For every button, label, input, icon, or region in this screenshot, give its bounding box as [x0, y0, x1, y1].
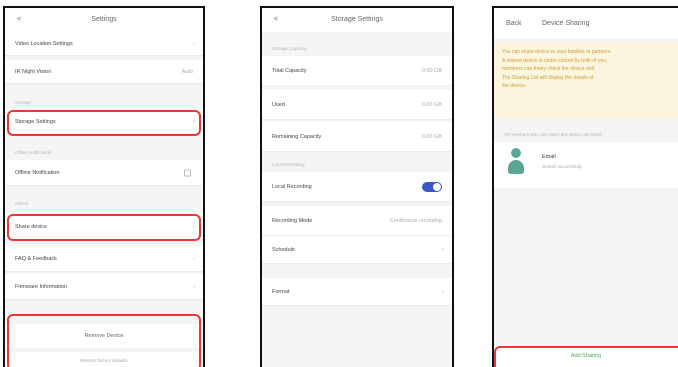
row-label: Remaining Capacity	[272, 133, 322, 140]
remove-device-button[interactable]: Remove Device	[5, 324, 203, 348]
row-value: Continuous recording	[389, 217, 442, 224]
section-storage: Storage	[15, 100, 31, 105]
row-label: Firmware Information	[15, 283, 67, 290]
row-label: Used	[272, 101, 285, 108]
row-label: IR Night Vision	[15, 68, 52, 75]
share-device-row[interactable]: Share device ›	[5, 214, 203, 240]
chevron-right-icon: ›	[193, 255, 195, 262]
section-offline: Offline Notification	[15, 150, 52, 155]
video-location-settings-row[interactable]: Video Location Settings ›	[5, 32, 203, 56]
remaining-capacity-row: Remaining Capacity 0.00 GB	[262, 122, 452, 152]
banner-line: The Sharing List will display the detail…	[502, 74, 594, 81]
settings-screen: < Settings Video Location Settings › IR …	[3, 6, 205, 367]
add-sharing-button[interactable]: Add Sharing	[494, 345, 678, 367]
banner-line: You can share device to your families or…	[502, 49, 612, 55]
offline-notification-row[interactable]: Offline Notification	[5, 160, 203, 186]
chevron-right-icon: ›	[442, 288, 444, 295]
sharing-info-banner: You can share device to your families or…	[494, 42, 678, 118]
restore-defaults-button[interactable]: Restore factory defaults	[5, 352, 203, 367]
row-value: 0.00 GB	[421, 101, 442, 108]
row-label: Local Recording	[272, 183, 312, 190]
row-value: 0.00 GB	[421, 133, 442, 140]
sharing-header: Back Device Sharing	[494, 8, 678, 38]
row-label: Total Capacity	[272, 67, 307, 74]
page-title: Storage Settings	[331, 16, 383, 23]
page-title: Settings	[91, 16, 117, 23]
schedule-row[interactable]: Schedule ›	[262, 236, 452, 264]
format-row[interactable]: Format ›	[262, 278, 452, 306]
sharing-hint: All members who can share this device ar…	[504, 132, 602, 137]
page-title: Device Sharing	[542, 20, 590, 27]
used-row: Used 0.00 GB	[262, 90, 452, 120]
section-others: Others	[15, 201, 29, 206]
banner-line: members can freely check the device and	[502, 66, 595, 72]
row-label: FAQ & Feedback	[15, 255, 57, 262]
recording-mode-row[interactable]: Recording Mode Continuous recording	[262, 206, 452, 236]
user-name: Email	[542, 154, 556, 160]
section-local-recording: Local Recording	[272, 162, 305, 167]
total-capacity-row: Total Capacity 0.00 GB	[262, 56, 452, 86]
user-status: Shared successfully	[542, 164, 583, 169]
chevron-right-icon: ›	[193, 40, 195, 47]
back-button[interactable]: Back	[506, 20, 522, 27]
storage-header: < Storage Settings	[262, 8, 452, 32]
banner-line: the device.	[502, 83, 527, 89]
firmware-information-row[interactable]: Firmware Information ›	[5, 274, 203, 300]
section-storage-capacity: Storage Capacity	[272, 46, 307, 51]
chevron-right-icon: ›	[193, 283, 195, 290]
row-value: Auto	[181, 68, 193, 75]
chevron-right-icon: ›	[442, 246, 444, 253]
row-label: Format	[272, 288, 290, 295]
row-label: Video Location Settings	[15, 40, 73, 47]
chevron-right-icon: ›	[193, 223, 195, 230]
row-label: Share device	[15, 223, 48, 230]
storage-settings-screen: < Storage Settings Storage Capacity Tota…	[260, 6, 454, 367]
banner-line: A shared device is under control by both…	[502, 57, 608, 64]
shared-user-item[interactable]: Email Shared successfully	[494, 142, 678, 188]
checkbox-icon[interactable]	[184, 169, 191, 176]
settings-header: < Settings	[5, 8, 203, 32]
row-label: Storage Settings	[15, 118, 56, 125]
local-recording-row: Local Recording	[262, 172, 452, 202]
row-label: Offline Notification	[15, 169, 60, 176]
row-value: 0.00 GB	[421, 67, 442, 74]
faq-feedback-row[interactable]: FAQ & Feedback ›	[5, 246, 203, 272]
local-recording-toggle[interactable]	[422, 181, 442, 192]
chevron-right-icon: ›	[193, 118, 195, 125]
storage-settings-row[interactable]: Storage Settings ›	[5, 110, 203, 134]
device-sharing-screen: Back Device Sharing You can share device…	[492, 6, 678, 367]
user-avatar-icon	[508, 148, 524, 178]
ir-night-vision-row[interactable]: IR Night Vision Auto	[5, 60, 203, 84]
row-label: Schedule	[272, 246, 295, 253]
row-label: Recording Mode	[272, 217, 313, 224]
